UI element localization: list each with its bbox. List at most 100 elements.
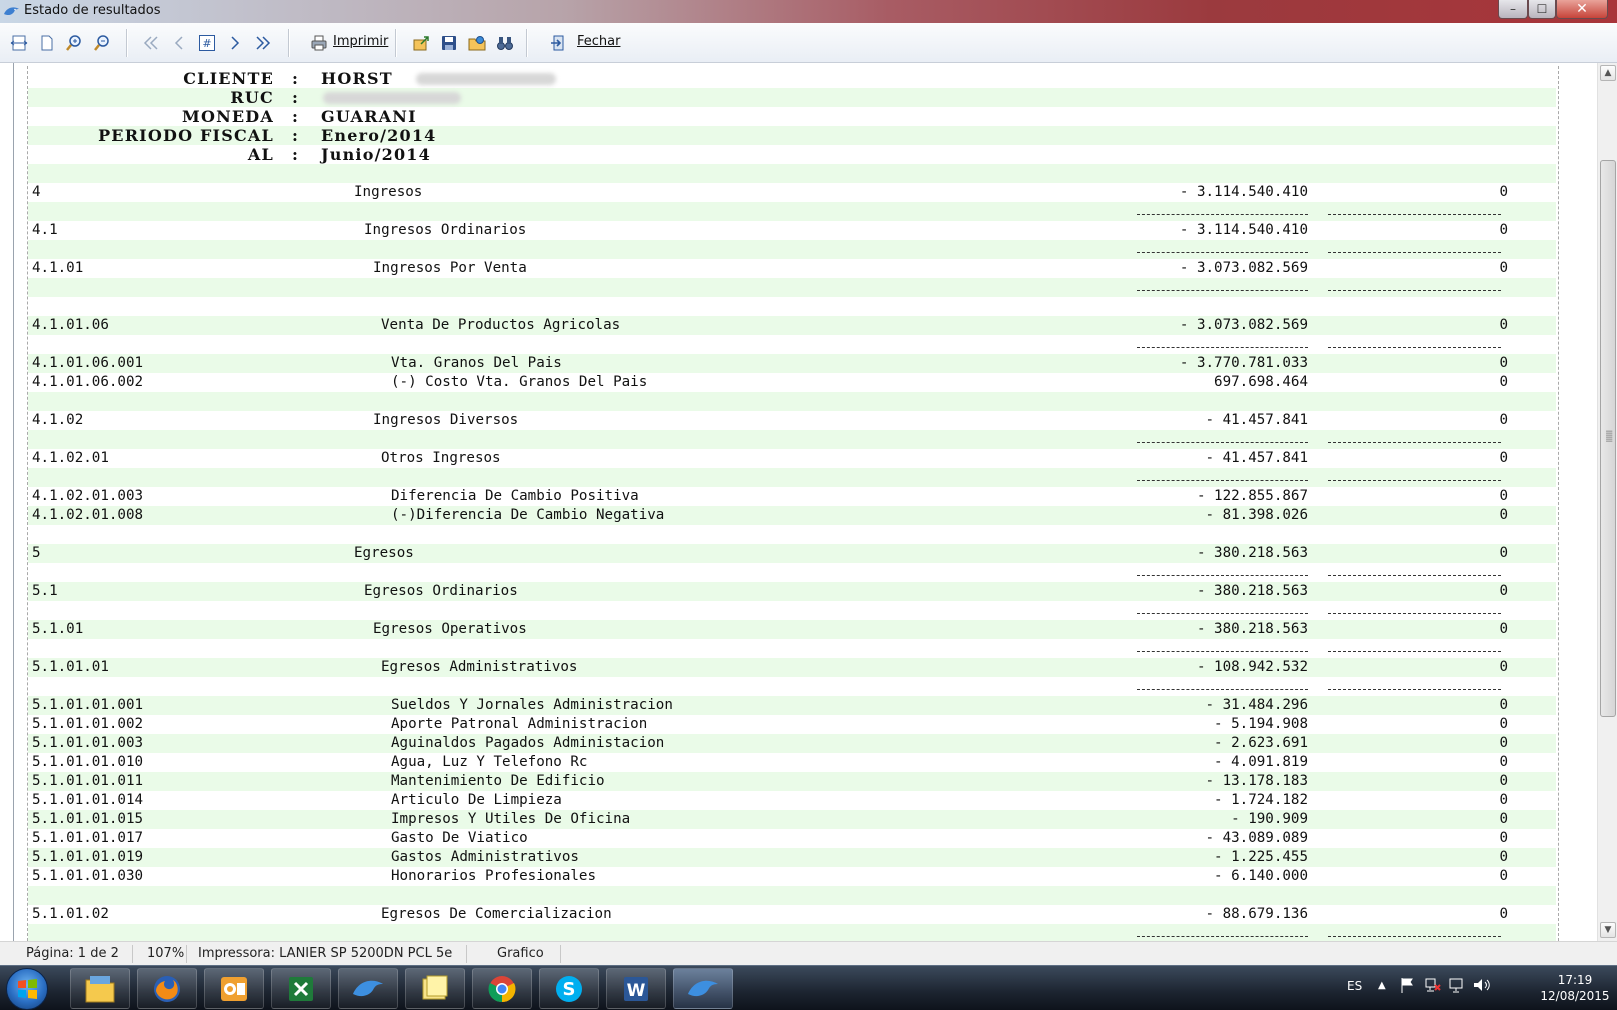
header-label: CLIENTE bbox=[183, 69, 274, 88]
amount-previous: 0 bbox=[1499, 583, 1508, 599]
zoom-out-icon bbox=[94, 35, 109, 51]
amount-current: - 3.073.082.569 bbox=[1179, 317, 1308, 333]
whole-page-button[interactable] bbox=[36, 32, 58, 54]
windows-taskbar: S W ES ▲ 17:19 12/08/2015 bbox=[0, 965, 1617, 1010]
amount-current: - 380.218.563 bbox=[1196, 583, 1308, 599]
maximize-button[interactable]: ☐ bbox=[1528, 0, 1556, 19]
account-row: 5.1.01.01.010 Agua, Luz Y Telefono Rc - 4.… bbox=[28, 753, 1556, 772]
first-page-button[interactable] bbox=[140, 32, 162, 54]
account-code: 4.1.01.06 bbox=[32, 317, 109, 333]
account-code: 5.1.01 bbox=[32, 621, 84, 637]
subtotal-rule-current bbox=[1137, 575, 1308, 577]
account-row: 4.1.02 Ingresos Diversos - 41.457.841 0 bbox=[28, 411, 1556, 430]
amount-current: - 1.225.455 bbox=[1214, 849, 1308, 865]
account-description: Articulo De Limpieza bbox=[391, 792, 562, 808]
scroll-up-arrow[interactable]: ▲ bbox=[1600, 65, 1616, 81]
amount-previous: 0 bbox=[1499, 222, 1508, 238]
taskbar-dolphin-report[interactable] bbox=[673, 968, 733, 1009]
system-clock[interactable]: 17:19 12/08/2015 bbox=[1535, 972, 1615, 1004]
minimize-button[interactable]: – bbox=[1498, 0, 1528, 19]
go-to-page-button[interactable]: # bbox=[196, 32, 218, 54]
dolphin-app-icon bbox=[4, 7, 19, 16]
account-code: 4.1.01.06.002 bbox=[32, 374, 144, 390]
taskbar-dolphin-app[interactable] bbox=[338, 968, 398, 1009]
start-button[interactable] bbox=[6, 968, 48, 1010]
amount-current: - 3.114.540.410 bbox=[1179, 184, 1308, 200]
print-button-icon-area[interactable] bbox=[308, 32, 330, 54]
taskbar-sticky-notes[interactable] bbox=[405, 968, 465, 1009]
scroll-down-arrow[interactable]: ▼ bbox=[1600, 922, 1616, 938]
account-code: 4.1.02 bbox=[32, 412, 84, 428]
report-preview-area[interactable]: CLIENTE: HORST RUC: MONEDA: GUARANI PERIODO F… bbox=[0, 63, 1597, 941]
taskbar-firefox[interactable] bbox=[137, 968, 197, 1009]
last-page-button[interactable] bbox=[252, 32, 274, 54]
subtotal-rule bbox=[28, 601, 1556, 620]
previous-page-button[interactable] bbox=[168, 32, 190, 54]
subtotal-rule-current bbox=[1137, 651, 1308, 653]
close-window-button[interactable]: ✕ bbox=[1556, 0, 1608, 19]
subtotal-rule bbox=[28, 278, 1556, 297]
taskbar-explorer[interactable] bbox=[70, 968, 130, 1009]
print-button[interactable]: Imprimir bbox=[333, 34, 388, 49]
account-description: Gastos Administrativos bbox=[391, 849, 579, 865]
open-button[interactable] bbox=[466, 32, 488, 54]
account-description: Impresos Y Utiles De Oficina bbox=[391, 811, 631, 827]
amount-previous: 0 bbox=[1499, 811, 1508, 827]
amount-previous: 0 bbox=[1499, 849, 1508, 865]
account-row: 5.1.01.01.019 Gastos Administrativos - 1.2… bbox=[28, 848, 1556, 867]
taskbar-skype[interactable]: S bbox=[539, 968, 599, 1009]
status-separator bbox=[466, 945, 467, 963]
header-label: RUC bbox=[230, 88, 274, 107]
save-button[interactable] bbox=[438, 32, 460, 54]
network-error-icon[interactable] bbox=[1424, 976, 1442, 997]
account-description: Egresos Operativos bbox=[373, 621, 527, 637]
account-row: 5.1.01.01 Egresos Administrativos - 108.94… bbox=[28, 658, 1556, 677]
subtotal-rule bbox=[28, 639, 1556, 658]
zoom-out-button[interactable] bbox=[91, 32, 113, 54]
subtotal-rule-previous bbox=[1328, 651, 1501, 653]
amount-previous: 0 bbox=[1499, 830, 1508, 846]
amount-previous: 0 bbox=[1499, 260, 1508, 276]
amount-current: - 1.724.182 bbox=[1214, 792, 1308, 808]
amount-previous: 0 bbox=[1499, 792, 1508, 808]
find-button[interactable] bbox=[494, 32, 516, 54]
close-report-icon-area[interactable] bbox=[548, 32, 570, 54]
taskbar-word[interactable]: W bbox=[606, 968, 666, 1009]
taskbar-outlook[interactable] bbox=[204, 968, 264, 1009]
page-width-button[interactable] bbox=[8, 32, 30, 54]
subtotal-rule bbox=[28, 677, 1556, 696]
vertical-scrollbar[interactable]: ▲ = = = ▼ bbox=[1597, 63, 1617, 941]
close-report-button[interactable]: Fechar bbox=[577, 34, 620, 49]
skype-icon: S bbox=[556, 975, 582, 1002]
account-row: 5.1.01.01.030 Honorarios Profesionales - 6… bbox=[28, 867, 1556, 886]
account-description: Ingresos bbox=[354, 184, 423, 200]
hash-icon: # bbox=[199, 35, 215, 51]
language-indicator[interactable]: ES bbox=[1347, 979, 1362, 993]
action-center-flag-icon[interactable] bbox=[1400, 976, 1416, 997]
account-code: 5.1.01.01.010 bbox=[32, 754, 144, 770]
account-description: Aguinaldos Pagados Administacion bbox=[391, 735, 665, 751]
amount-previous: 0 bbox=[1499, 716, 1508, 732]
account-row: 4.1 Ingresos Ordinarios - 3.114.540.410 0 bbox=[28, 221, 1556, 240]
export-button[interactable] bbox=[410, 32, 432, 54]
status-separator bbox=[186, 945, 187, 963]
taskbar-excel[interactable] bbox=[271, 968, 331, 1009]
amount-previous: 0 bbox=[1499, 355, 1508, 371]
taskbar-chrome[interactable] bbox=[472, 968, 532, 1009]
next-page-button[interactable] bbox=[224, 32, 246, 54]
account-row: 4.1.01.06.002 (-) Costo Vta. Granos Del P… bbox=[28, 373, 1556, 392]
chrome-icon bbox=[488, 975, 516, 1002]
scroll-thumb[interactable]: = = = bbox=[1600, 160, 1616, 717]
account-code: 5.1.01.01.015 bbox=[32, 811, 144, 827]
toolbar: # Imprimir Fechar bbox=[0, 23, 1617, 63]
subtotal-rule-previous bbox=[1328, 347, 1501, 349]
display-icon[interactable] bbox=[1448, 976, 1466, 997]
zoom-indicator: 107% bbox=[147, 946, 185, 961]
account-row: 4.1.01.06.001 Vta. Granos Del Pais - 3.770… bbox=[28, 354, 1556, 373]
zoom-in-button[interactable] bbox=[63, 32, 85, 54]
header-line: AL: Junio/2014 bbox=[28, 145, 1528, 164]
volume-icon[interactable] bbox=[1472, 976, 1492, 997]
show-hidden-icons-arrow[interactable]: ▲ bbox=[1378, 980, 1386, 991]
account-row: 5.1.01.01.003 Aguinaldos Pagados Administ… bbox=[28, 734, 1556, 753]
amount-current: - 41.457.841 bbox=[1205, 450, 1309, 466]
